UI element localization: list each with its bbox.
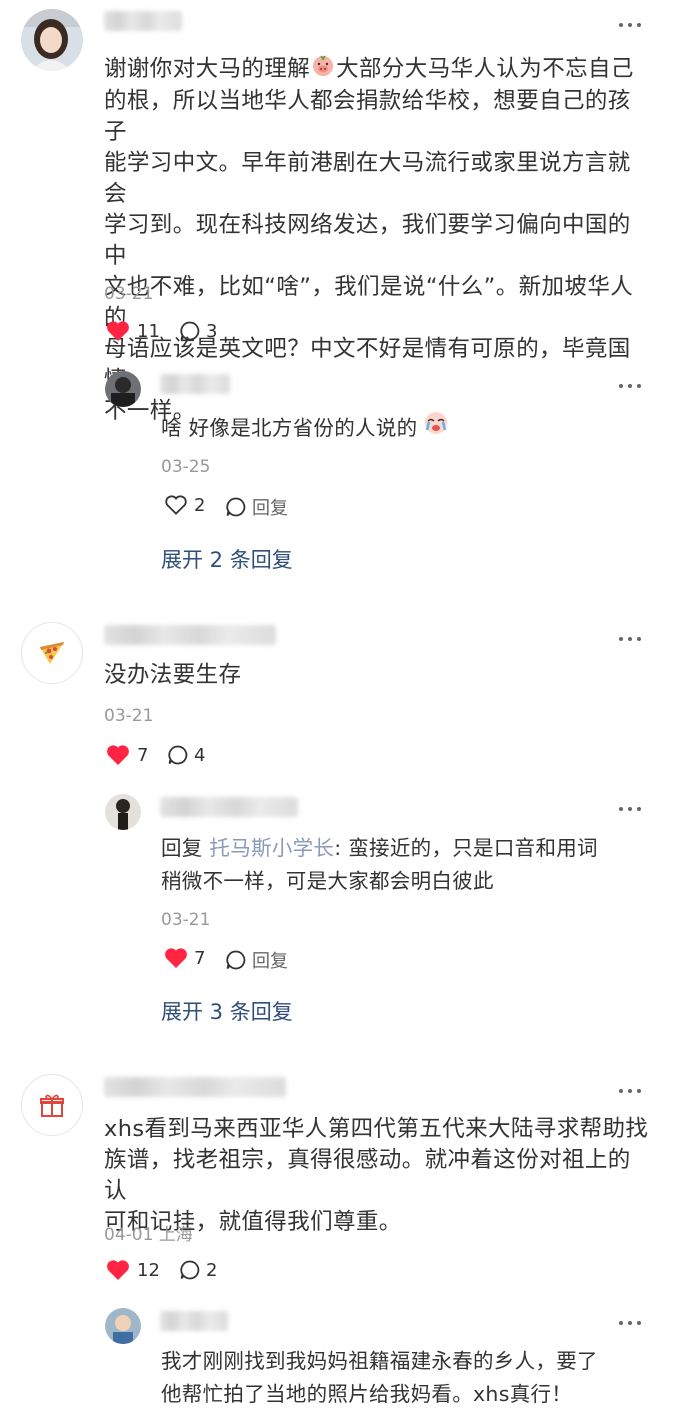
- comment-bubble-icon: [226, 950, 246, 970]
- like-button[interactable]: 11: [106, 320, 160, 342]
- like-button[interactable]: 7: [106, 744, 148, 766]
- like-count: 2: [194, 494, 206, 516]
- like-count: 12: [137, 1259, 160, 1281]
- username-blurred[interactable]: [160, 374, 230, 394]
- reply-count-button[interactable]: 4: [167, 744, 205, 766]
- avatar[interactable]: [21, 622, 83, 684]
- username-blurred[interactable]: [104, 11, 182, 31]
- more-options-icon[interactable]: [619, 1320, 641, 1326]
- comment-bubble-icon: [168, 745, 188, 765]
- reply-count: 3: [206, 320, 218, 342]
- more-options-icon[interactable]: [619, 383, 641, 389]
- comment-bubble-icon: [226, 497, 246, 517]
- avatar[interactable]: [21, 9, 83, 71]
- username-blurred[interactable]: [160, 1311, 228, 1331]
- comment-date: 03-21: [104, 706, 154, 726]
- like-button[interactable]: 7: [164, 947, 205, 969]
- comment-text: 谢谢你对大马的理解 大部分大马华人认为不忘自己 的根，所以当地华人都会捐款给华校，…: [104, 53, 649, 427]
- like-count: 11: [137, 320, 160, 342]
- avatar[interactable]: [105, 794, 141, 830]
- reply-count: 4: [194, 744, 206, 766]
- reply-date: 03-25: [161, 457, 211, 477]
- like-button[interactable]: 2: [164, 494, 205, 516]
- avatar[interactable]: [105, 371, 141, 407]
- reply-button[interactable]: 回复: [225, 494, 288, 520]
- expand-replies-link[interactable]: 展开 2 条回复: [161, 544, 293, 574]
- gift-icon: [40, 1094, 64, 1117]
- like-button[interactable]: 12: [106, 1259, 160, 1281]
- username-blurred[interactable]: [104, 625, 276, 645]
- reply-count-button[interactable]: 2: [179, 1259, 217, 1281]
- comment-date-location: 04-01 上海: [104, 1225, 193, 1245]
- avatar[interactable]: [105, 1308, 141, 1344]
- like-count: 7: [194, 947, 206, 969]
- username-blurred[interactable]: [104, 1077, 286, 1097]
- reply-count: 2: [206, 1259, 218, 1281]
- reply-button[interactable]: 回复: [225, 947, 288, 973]
- expand-replies-link[interactable]: 展开 3 条回复: [161, 996, 293, 1026]
- heart-filled-icon: [107, 321, 129, 341]
- heart-outline-icon: [165, 495, 187, 515]
- location: 上海: [158, 1225, 193, 1245]
- reply-text: 回复 托马斯小学长: 蛮接近的，只是口音和用词 稍微不一样，可是大家都会明白彼此: [161, 836, 598, 893]
- mention-link[interactable]: 托马斯小学长: [209, 836, 334, 860]
- heart-filled-icon: [107, 745, 129, 765]
- comment-text: 没办法要生存: [104, 662, 242, 688]
- more-options-icon[interactable]: [619, 22, 641, 28]
- comment-bubble-icon: [180, 1260, 200, 1280]
- reply-date: 03-21: [161, 910, 211, 930]
- reply-text: 我才刚刚找到我妈妈祖籍福建永春的乡人，要了 他帮忙拍了当地的照片给我妈看。xhs…: [161, 1349, 598, 1406]
- person-photo-avatar-icon: [105, 794, 141, 830]
- more-options-icon[interactable]: [619, 806, 641, 812]
- crying-face-emoji-icon: [423, 410, 449, 446]
- like-count: 7: [137, 744, 149, 766]
- reply-label: 回复: [252, 951, 288, 972]
- reply-text: 啥 好像是北方省份的人说的: [161, 410, 449, 446]
- heart-filled-icon: [165, 948, 187, 968]
- child-photo-avatar-icon: [105, 1308, 141, 1344]
- woman-photo-avatar-icon: [21, 9, 83, 71]
- pizza-icon: [40, 642, 64, 664]
- reply-label: 回复: [252, 498, 288, 519]
- heart-filled-icon: [107, 1260, 129, 1280]
- dark-photo-avatar-icon: [105, 371, 141, 407]
- reply-count-button[interactable]: 3: [179, 320, 217, 342]
- more-options-icon[interactable]: [619, 636, 641, 642]
- comment-date: 03-21: [104, 284, 154, 304]
- pig-emoji-icon: [311, 53, 335, 86]
- avatar[interactable]: [21, 1074, 83, 1136]
- comment-bubble-icon: [180, 321, 200, 341]
- more-options-icon[interactable]: [619, 1088, 641, 1094]
- username-blurred[interactable]: [160, 797, 298, 817]
